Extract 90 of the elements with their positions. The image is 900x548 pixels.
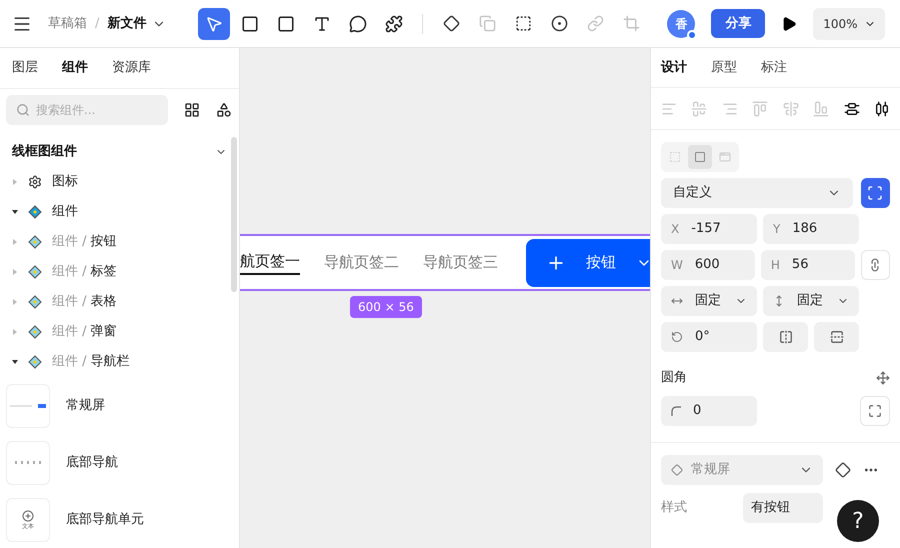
expand-corners-button[interactable] [860,396,890,426]
flip-horizontal-icon [778,330,792,344]
property-field[interactable]: W 600 [661,250,755,280]
diamond-icon [28,295,42,309]
square-icon [694,151,706,163]
search-icon [16,103,30,117]
section-title: 线框图组件 [12,143,77,162]
tree-item-label[interactable]: 组件 / 导航栏 [52,352,130,372]
diamond-icon [28,355,42,369]
preset-dropdown[interactable]: 自定义 [661,178,853,208]
diamond-icon [28,205,42,219]
share-button[interactable]: 分享 [711,9,766,38]
diamond-icon[interactable] [835,462,851,478]
speech-bubble-icon [349,14,368,32]
diamond-icon [28,265,42,279]
help-button[interactable]: ? [837,500,879,542]
component-thumbnail [6,384,50,428]
tree-item-label[interactable]: 组件 / 表格 [52,292,117,312]
property-field[interactable]: Y 186 [763,214,859,244]
breadcrumb-separator: / [95,14,100,33]
expand-arrow-icon[interactable] [12,209,18,215]
shapes-icon[interactable] [216,102,232,118]
nav-tab-label: 导航页签三 [423,252,498,274]
scrollbar[interactable] [231,137,237,292]
panel-tab[interactable]: 设计 [661,58,687,78]
resizing-dropdown[interactable]: 固定 [763,286,859,316]
component-card[interactable]: 常规屏 [0,377,239,434]
resizing-dropdown[interactable]: 固定 [661,286,757,316]
diamond-icon [28,325,42,339]
zoom-dropdown[interactable]: 100% [813,8,886,40]
user-avatar[interactable]: 香 [667,10,696,38]
diamond-icon [671,464,683,476]
rectangle-icon [277,14,296,32]
frame-corners-icon [867,185,884,201]
align-icon[interactable] [844,100,860,116]
size-label: 600 × 56 [350,296,422,318]
diamond-icon [28,235,42,249]
flip-horizontal-button[interactable] [763,322,808,352]
tree-item-label[interactable]: 组件 / 按钮 [52,232,117,252]
panel-tab[interactable]: 图层 [12,58,38,78]
circle-icon [550,15,568,32]
property-field[interactable]: X -157 [661,214,757,244]
independent-corners-icon[interactable] [876,371,890,385]
panel-tab[interactable]: 组件 [62,58,88,78]
puzzle-icon [385,14,404,32]
pointer-icon [205,14,224,32]
navbar-frame[interactable]: 航页签一 导航页签二 导航页签三 按钮 [240,234,650,291]
property-field[interactable]: 0 [661,396,757,426]
breadcrumb-parent[interactable]: 草稿箱 [48,14,87,34]
nav-tab-label: 航页签一 [240,250,300,275]
section-title: 圆角 [661,369,687,388]
corner-radius-icon [671,406,681,416]
flip-vertical-button[interactable] [814,322,859,352]
file-name[interactable]: 新文件 [107,14,146,34]
diamond-icon [442,15,460,32]
panel-tab[interactable]: 原型 [711,58,737,78]
lock-ratio-button[interactable] [860,250,890,280]
tree-item-label[interactable]: 组件 / 标签 [52,262,117,282]
property-field[interactable]: H 56 [760,250,855,280]
window-icon [719,151,732,163]
rotate-icon [671,331,683,343]
component-thumbnail [6,440,50,484]
dashed-square-icon [514,15,532,32]
crop-icon [622,15,640,32]
fit-frame-button[interactable] [860,178,890,208]
link-icon [586,15,604,32]
align-icon[interactable] [874,100,890,116]
corners-icon [868,404,882,418]
dashed-square-icon [668,151,681,163]
tree-item-label[interactable]: 组件 / 弹窗 [52,322,117,342]
gear-icon [28,175,42,189]
style-dropdown[interactable]: 有按钮 [743,493,823,523]
search-field[interactable]: 搜索组件... [6,95,168,125]
panel-tab[interactable]: 资源库 [112,58,151,78]
play-icon[interactable] [781,16,798,32]
frame-mode-button[interactable] [688,145,712,169]
text-icon [313,14,332,32]
tree-item-label[interactable]: 图标 [52,172,78,192]
canvas-button: 按钮 [526,238,650,286]
frame-icon [241,14,260,32]
property-field[interactable]: 0° [661,322,757,352]
grid-view-icon[interactable] [184,102,200,118]
style-label: 样式 [661,499,688,518]
expand-arrow-icon[interactable] [12,359,18,365]
tree-item-label[interactable]: 组件 [52,202,78,222]
nav-tab-label: 导航页签二 [324,252,399,274]
panel-tab[interactable]: 标注 [761,58,787,78]
component-card[interactable]: 底部导航 [0,434,239,491]
flip-vertical-icon [830,330,844,344]
overlap-squares-icon [478,15,496,32]
